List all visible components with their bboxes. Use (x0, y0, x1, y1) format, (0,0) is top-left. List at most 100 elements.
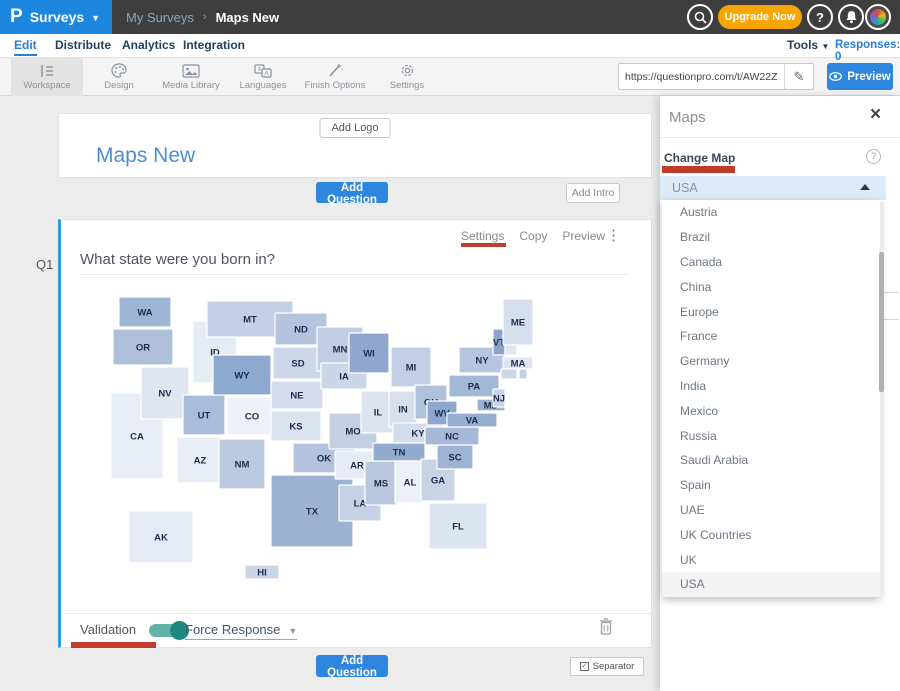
map-option-china[interactable]: China (662, 274, 880, 299)
breadcrumb: My Surveys › Maps New (126, 0, 279, 34)
map-select[interactable]: USA (660, 176, 886, 200)
map-state-label-MT: MT (243, 315, 257, 326)
question-title[interactable]: What state were you born in? (80, 251, 275, 268)
notifications-button[interactable] (838, 4, 864, 30)
map-option-canada[interactable]: Canada (662, 250, 880, 275)
divider (80, 274, 628, 275)
toolbar-item-finish-options[interactable]: Finish Options (299, 58, 371, 96)
add-question-button-top[interactable]: Add Question (316, 182, 388, 203)
map-option-europe[interactable]: Europe (662, 299, 880, 324)
map-state-small[interactable] (519, 369, 527, 379)
help-icon[interactable]: ? (866, 149, 881, 164)
map-option-usa[interactable]: USA (662, 572, 880, 597)
pencil-icon: ✎ (794, 69, 805, 85)
map-option-mexico[interactable]: Mexico (662, 398, 880, 423)
map-option-austria[interactable]: Austria (662, 200, 880, 225)
map-state-label-IA: IA (339, 372, 349, 383)
map-state-label-MO: MO (345, 427, 360, 438)
map-state-label-AR: AR (350, 461, 364, 472)
search-button[interactable] (687, 4, 713, 30)
question-more-menu[interactable]: ⋮ (606, 226, 621, 244)
edit-url-button[interactable]: ✎ (784, 64, 813, 89)
help-button[interactable]: ? (807, 4, 833, 30)
map-state-label-SC: SC (448, 453, 461, 464)
question-actions: Settings Copy Preview (461, 229, 605, 243)
divider (884, 292, 899, 293)
toolbar-label: Finish Options (305, 80, 366, 91)
share-url-input[interactable] (619, 64, 784, 89)
toolbar-label: Languages (239, 80, 286, 91)
map-state-label-MI: MI (406, 363, 417, 374)
map-option-uae[interactable]: UAE (662, 498, 880, 523)
question-copy-link[interactable]: Copy (519, 229, 547, 243)
force-response-dropdown[interactable]: Force Response▼ (185, 622, 297, 640)
tab-integration[interactable]: Integration (183, 38, 245, 52)
map-state-label-WA: WA (137, 308, 152, 319)
search-icon (694, 11, 707, 24)
question-settings-link[interactable]: Settings (461, 229, 504, 243)
map-state-label-CA: CA (130, 432, 144, 443)
add-intro-button[interactable]: Add Intro (566, 183, 620, 203)
dropdown-scrollbar-thumb[interactable] (879, 252, 884, 392)
questionpro-logo: P (10, 6, 23, 28)
toolbar-item-media-library[interactable]: Media Library (155, 58, 227, 96)
map-option-india[interactable]: India (662, 374, 880, 399)
breadcrumb-separator: › (203, 11, 207, 23)
panel-title: Maps (669, 109, 706, 126)
map-option-uk[interactable]: UK (662, 547, 880, 572)
map-state-label-MS: MS (374, 479, 388, 490)
map-state-label-NJ: NJ (493, 394, 505, 405)
add-logo-button[interactable]: Add Logo (319, 118, 390, 138)
map-option-brazil[interactable]: Brazil (662, 225, 880, 250)
map-state-label-OR: OR (136, 343, 150, 354)
tab-distribute[interactable]: Distribute (55, 38, 111, 52)
upgrade-now-button[interactable]: Upgrade Now (718, 5, 802, 29)
toolbar-label: Workspace (23, 80, 70, 91)
workspace-icon (38, 64, 56, 78)
image-icon (182, 64, 200, 78)
tools-label: Tools (787, 38, 818, 52)
tab-edit[interactable]: Edit (14, 38, 37, 56)
map-state-label-PA: PA (468, 382, 481, 393)
map-state-label-NM: NM (235, 460, 250, 471)
add-question-button-bottom[interactable]: Add Question (316, 655, 388, 677)
question-preview-link[interactable]: Preview (562, 229, 605, 243)
map-option-germany[interactable]: Germany (662, 349, 880, 374)
map-state-label-VA: VA (466, 416, 479, 427)
delete-question-button[interactable] (599, 618, 613, 640)
validation-label: Validation (80, 622, 136, 637)
map-option-spain[interactable]: Spain (662, 473, 880, 498)
tools-menu[interactable]: Tools ▼ (787, 38, 829, 52)
usa-map[interactable]: WAORCAIDNVUTAZMTWYCONMNDSDNEKSOKTXMNIAMO… (95, 291, 545, 601)
close-icon[interactable]: × (870, 104, 881, 126)
toolbar-item-languages[interactable]: x̄A Languages (227, 58, 299, 96)
toolbar-item-workspace[interactable]: Workspace (11, 58, 83, 96)
usa-map-container: WAORCAIDNVUTAZMTWYCONMNDSDNEKSOKTXMNIAMO… (95, 291, 545, 601)
separator-label: Separator (593, 661, 635, 672)
chevron-down-icon: ▼ (91, 13, 100, 23)
map-option-saudi-arabia[interactable]: Saudi Arabia (662, 448, 880, 473)
chevron-up-icon (860, 184, 870, 190)
breadcrumb-parent[interactable]: My Surveys (126, 10, 194, 25)
map-state-small[interactable] (501, 369, 517, 379)
map-state-label-MN: MN (333, 345, 348, 356)
map-option-uk-countries[interactable]: UK Countries (662, 522, 880, 547)
tab-analytics[interactable]: Analytics (122, 38, 175, 52)
validation-toggle[interactable] (149, 624, 187, 637)
force-response-label: Force Response (185, 622, 280, 637)
toolbar-label: Media Library (162, 80, 220, 91)
eye-icon (829, 72, 842, 81)
toolbar-item-design[interactable]: Design (83, 58, 155, 96)
account-avatar[interactable] (865, 4, 891, 30)
preview-button[interactable]: Preview (827, 63, 893, 90)
toolbar-item-settings[interactable]: Settings (371, 58, 443, 96)
map-option-russia[interactable]: Russia (662, 423, 880, 448)
product-switcher[interactable]: P Surveys ▼ (0, 0, 112, 34)
map-state-label-IL: IL (374, 408, 383, 419)
separator-toggle[interactable]: ✓ Separator (570, 657, 644, 676)
survey-title[interactable]: Maps New (96, 144, 195, 168)
map-option-france[interactable]: France (662, 324, 880, 349)
svg-text:A: A (264, 70, 269, 77)
responses-count[interactable]: Responses: 0 (835, 39, 900, 63)
trash-icon (599, 618, 613, 635)
